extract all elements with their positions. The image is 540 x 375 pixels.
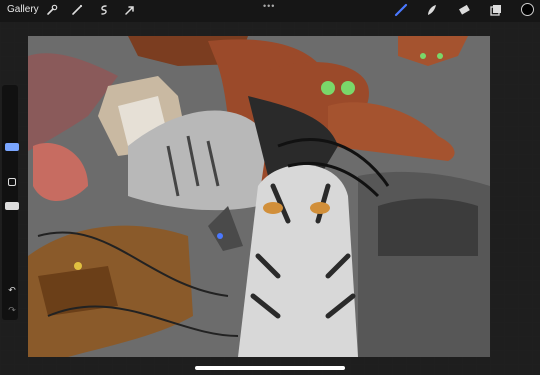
magic-wand-icon[interactable] (70, 3, 84, 17)
wrench-icon[interactable] (45, 3, 59, 17)
home-indicator (195, 366, 345, 370)
artwork-sketch (28, 36, 490, 357)
top-toolbar: Gallery ••• (0, 0, 540, 22)
undo-icon[interactable]: ↶ (6, 285, 18, 295)
redo-icon[interactable]: ↷ (6, 305, 18, 315)
selection-icon[interactable] (97, 3, 111, 17)
smudge-icon[interactable] (425, 3, 439, 17)
gallery-button[interactable]: Gallery (7, 4, 39, 15)
opacity-slider[interactable] (5, 202, 19, 210)
modify-button[interactable] (8, 178, 16, 186)
more-actions-dots[interactable]: ••• (263, 1, 275, 11)
color-swatch[interactable] (521, 3, 534, 16)
transform-arrow-icon[interactable] (123, 3, 137, 17)
drawing-canvas[interactable] (28, 36, 490, 357)
brush-icon[interactable] (394, 3, 408, 17)
brush-size-slider[interactable] (5, 143, 19, 151)
layers-icon[interactable] (489, 3, 503, 17)
eraser-icon[interactable] (457, 3, 471, 17)
left-sidebar: ↶ ↷ (2, 85, 19, 320)
